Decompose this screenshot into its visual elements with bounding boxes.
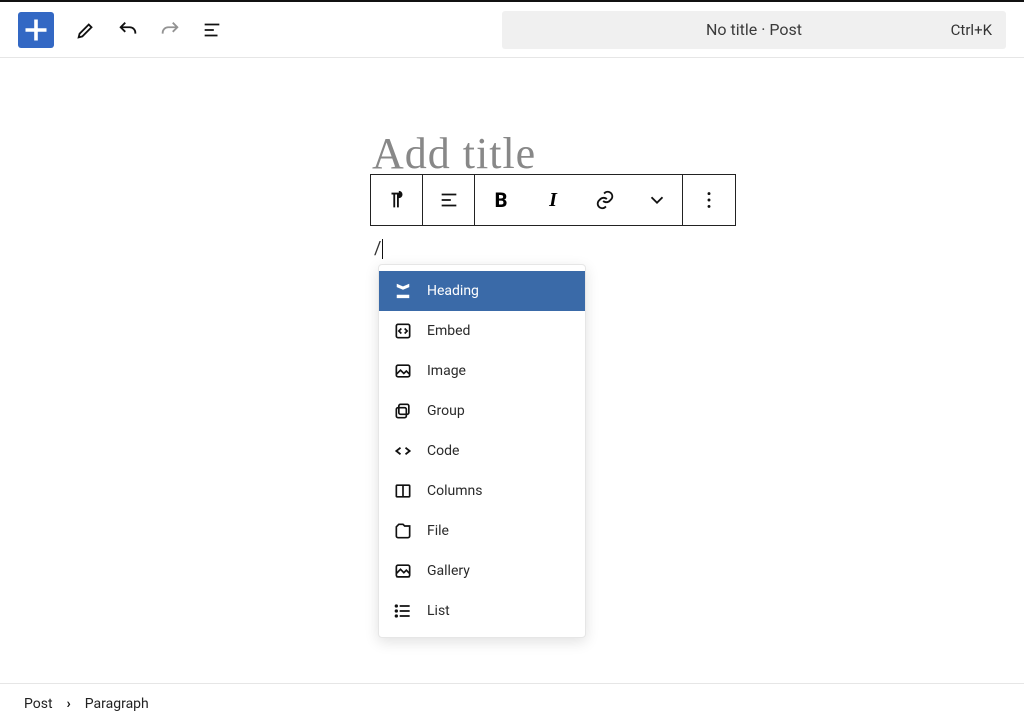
breadcrumb-current[interactable]: Paragraph bbox=[85, 696, 149, 712]
inserter-item-columns[interactable]: Columns bbox=[379, 471, 585, 511]
breadcrumb-root[interactable]: Post bbox=[24, 696, 53, 712]
bold-button[interactable]: B bbox=[475, 175, 527, 225]
post-title-input[interactable]: Add title bbox=[372, 128, 536, 179]
inserter-item-code[interactable]: Code bbox=[379, 431, 585, 471]
top-toolbar: No title · Post Ctrl+K bbox=[0, 2, 1024, 58]
inserter-item-group[interactable]: Group bbox=[379, 391, 585, 431]
inserter-label: Group bbox=[427, 403, 465, 419]
inserter-label: Gallery bbox=[427, 563, 470, 579]
add-block-button[interactable] bbox=[18, 12, 54, 48]
inserter-label: List bbox=[427, 603, 450, 619]
inserter-item-file[interactable]: File bbox=[379, 511, 585, 551]
editor-canvas: Add title B I / Heading bbox=[0, 58, 1024, 683]
undo-button[interactable] bbox=[110, 12, 146, 48]
block-type-button[interactable] bbox=[371, 175, 423, 225]
command-shortcut: Ctrl+K bbox=[951, 21, 992, 39]
inserter-label: File bbox=[427, 523, 449, 539]
embed-icon bbox=[393, 321, 413, 341]
code-icon bbox=[393, 441, 413, 461]
inserter-item-heading[interactable]: Heading bbox=[379, 271, 585, 311]
gallery-icon bbox=[393, 561, 413, 581]
block-toolbar: B I bbox=[370, 174, 736, 226]
italic-button[interactable]: I bbox=[527, 175, 579, 225]
inserter-item-list[interactable]: List bbox=[379, 591, 585, 631]
heading-icon bbox=[393, 281, 413, 301]
inserter-item-embed[interactable]: Embed bbox=[379, 311, 585, 351]
inserter-item-image[interactable]: Image bbox=[379, 351, 585, 391]
inserter-label: Image bbox=[427, 363, 466, 379]
block-options-button[interactable] bbox=[683, 175, 735, 225]
align-button[interactable] bbox=[423, 175, 475, 225]
more-format-dropdown[interactable] bbox=[631, 175, 683, 225]
document-overview-button[interactable] bbox=[194, 12, 230, 48]
columns-icon bbox=[393, 481, 413, 501]
file-icon bbox=[393, 521, 413, 541]
block-inserter-popover: Heading Embed Image Group Code Columns F… bbox=[378, 264, 586, 638]
group-icon bbox=[393, 401, 413, 421]
inserter-label: Code bbox=[427, 443, 459, 459]
inserter-label: Embed bbox=[427, 323, 470, 339]
list-icon bbox=[393, 601, 413, 621]
document-title: No title · Post bbox=[706, 20, 802, 39]
redo-button[interactable] bbox=[152, 12, 188, 48]
inserter-label: Heading bbox=[427, 283, 479, 299]
block-breadcrumb: Post › Paragraph bbox=[0, 683, 1024, 723]
edit-mode-button[interactable] bbox=[68, 12, 104, 48]
inserter-label: Columns bbox=[427, 483, 482, 499]
paragraph-block-input[interactable]: / bbox=[374, 238, 383, 259]
command-bar[interactable]: No title · Post Ctrl+K bbox=[502, 11, 1006, 49]
chevron-right-icon: › bbox=[67, 696, 71, 712]
inserter-item-gallery[interactable]: Gallery bbox=[379, 551, 585, 591]
link-button[interactable] bbox=[579, 175, 631, 225]
image-icon bbox=[393, 361, 413, 381]
